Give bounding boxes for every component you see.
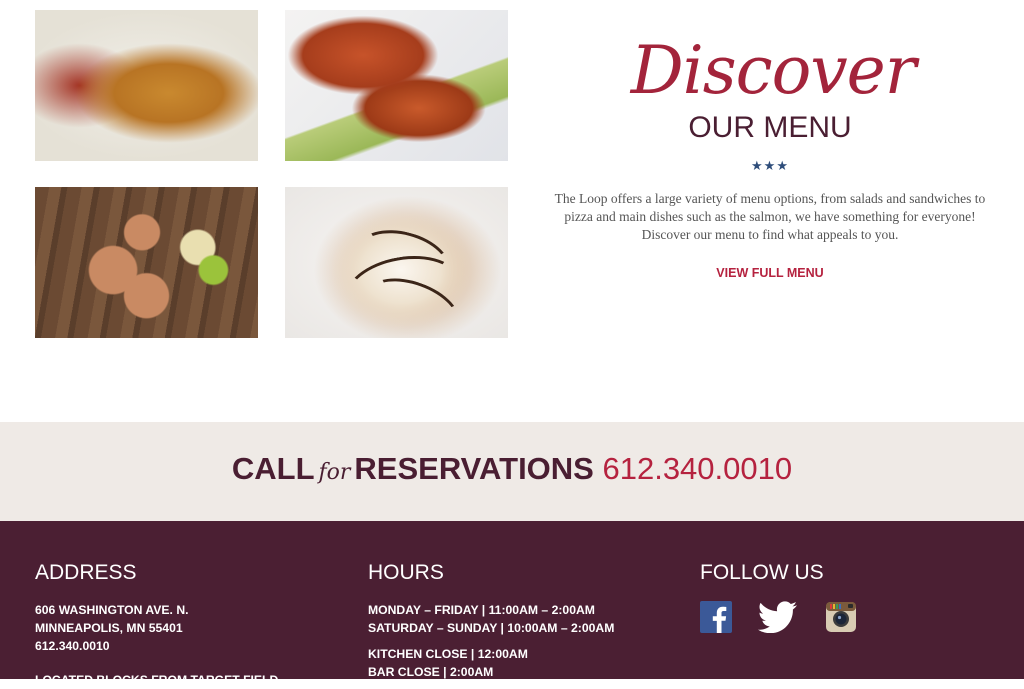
reservations-label: RESERVATIONS (354, 451, 594, 486)
chicken-wings-photo (285, 10, 508, 161)
view-full-menu-link[interactable]: VIEW FULL MENU (620, 266, 920, 280)
hours-weekend: SATURDAY – SUNDAY | 10:00AM – 2:00AM (368, 621, 615, 635)
for-script: for (318, 460, 351, 485)
menu-description: The Loop offers a large variety of menu … (554, 191, 986, 242)
stars-divider: ★★★ (751, 158, 789, 173)
reservations-callout: CALL for RESERVATIONS 612.340.0010 (0, 451, 1024, 487)
address-line2: MINNEAPOLIS, MN 55401 (35, 621, 183, 635)
twitter-icon[interactable] (758, 601, 798, 634)
address-phone[interactable]: 612.340.0010 (35, 637, 110, 655)
instagram-icon[interactable] (825, 601, 857, 633)
address-line1: 606 WASHINGTON AVE. N. (35, 603, 189, 617)
menu-title: OUR MENU (688, 111, 852, 144)
dessert-photo (285, 187, 508, 338)
address-note: LOCATED BLOCKS FROM TARGET FIELD (35, 673, 279, 687)
hours-weekday: MONDAY – FRIDAY | 11:00AM – 2:00AM (368, 603, 595, 617)
hours-heading: HOURS (368, 561, 444, 584)
waffle-breakfast-photo (35, 10, 258, 161)
footer: ADDRESS 606 WASHINGTON AVE. N. MINNEAPOL… (0, 521, 1024, 687)
follow-heading: FOLLOW US (700, 561, 824, 584)
address-heading: ADDRESS (35, 561, 137, 584)
hours-bar-close: BAR CLOSE | 2:00AM (368, 665, 494, 679)
reservations-phone-link[interactable]: 612.340.0010 (602, 451, 792, 486)
hours-kitchen-close: KITCHEN CLOSE | 12:00AM (368, 647, 528, 661)
discover-script-title: Discover (630, 32, 917, 109)
moscow-mule-drinks-photo (35, 187, 258, 338)
facebook-icon[interactable] (700, 601, 732, 633)
call-label: CALL (231, 451, 315, 486)
